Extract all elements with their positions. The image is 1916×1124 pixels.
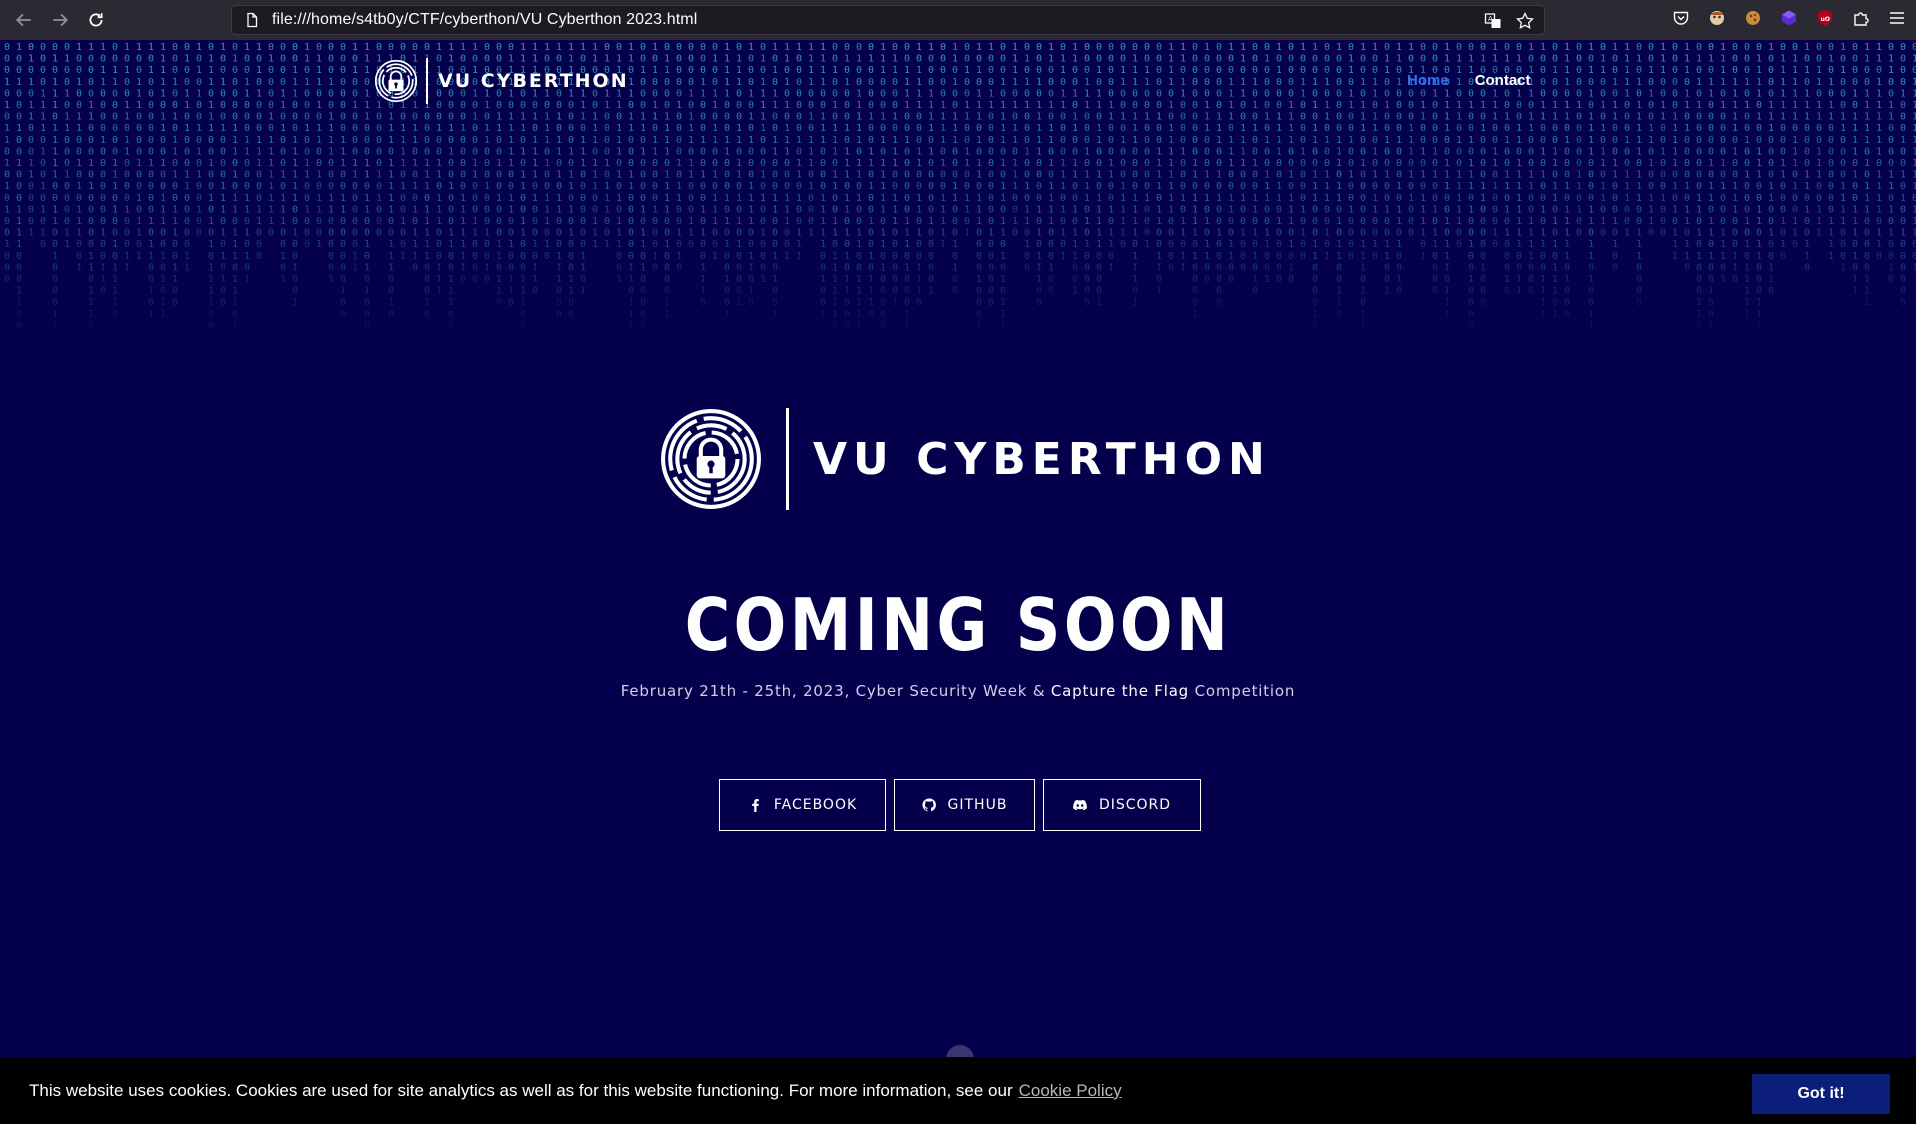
github-button[interactable]: GITHUB bbox=[894, 779, 1035, 831]
svg-text:uO: uO bbox=[1821, 16, 1830, 23]
extension-cookie-icon[interactable] bbox=[1744, 9, 1762, 27]
reload-icon bbox=[89, 13, 103, 27]
nav-links: Home Contact bbox=[1407, 72, 1531, 89]
coming-soon-heading: COMING SOON bbox=[684, 583, 1232, 667]
extension-face-icon[interactable] bbox=[1708, 9, 1726, 27]
reload-button[interactable] bbox=[82, 6, 110, 34]
extension-cube-icon[interactable] bbox=[1780, 9, 1798, 27]
facebook-button[interactable]: FACEBOOK bbox=[719, 779, 886, 831]
logo-divider bbox=[426, 58, 428, 104]
github-icon bbox=[921, 798, 936, 812]
extensions-puzzle-icon[interactable] bbox=[1852, 9, 1870, 27]
facebook-label: FACEBOOK bbox=[773, 797, 858, 813]
page: 0001010110101010010001001000100100011110… bbox=[0, 40, 1916, 1124]
translate-icon[interactable]: A bbox=[1484, 12, 1502, 30]
lock-maze-emblem-icon bbox=[661, 409, 761, 509]
forward-arrow-icon bbox=[53, 13, 69, 27]
browser-toolbar: file:///home/s4tb0y/CTF/cyberthon/VU Cyb… bbox=[0, 0, 1916, 40]
ublock-shield-icon[interactable]: uO bbox=[1816, 9, 1834, 27]
url-text: file:///home/s4tb0y/CTF/cyberthon/VU Cyb… bbox=[272, 11, 698, 28]
nav-logo[interactable]: VU CYBERTHON bbox=[374, 58, 629, 104]
address-bar[interactable]: file:///home/s4tb0y/CTF/cyberthon/VU Cyb… bbox=[231, 5, 1545, 35]
lock-maze-emblem-icon bbox=[374, 59, 418, 103]
cookie-accept-button[interactable]: Got it! bbox=[1752, 1074, 1890, 1114]
cookie-policy-link[interactable]: Cookie Policy bbox=[1019, 1081, 1122, 1101]
facebook-icon bbox=[752, 799, 759, 812]
nav-link-home[interactable]: Home bbox=[1407, 72, 1449, 89]
tagline-suffix: Competition bbox=[1189, 682, 1296, 700]
page-icon bbox=[247, 12, 258, 28]
social-buttons: FACEBOOK GITHUB DISCORD bbox=[719, 779, 1201, 831]
hero-logo: VU CYBERTHON bbox=[660, 408, 1271, 510]
nav-logo-text: VU CYBERTHON bbox=[438, 70, 629, 92]
site-navbar: VU CYBERTHON Home Contact bbox=[0, 40, 1916, 120]
svg-text:A: A bbox=[1488, 15, 1493, 23]
back-arrow-icon bbox=[15, 13, 31, 27]
bookmark-star-icon[interactable] bbox=[1516, 11, 1534, 30]
hero-logo-divider bbox=[786, 408, 789, 510]
tagline-dates: February 21th - 25th, 2023, Cyber Securi… bbox=[620, 682, 1051, 700]
cookie-consent-bar: This website uses cookies. Cookies are u… bbox=[0, 1057, 1916, 1124]
tagline-ctf: Capture the Flag bbox=[1050, 682, 1190, 700]
cookie-message: This website uses cookies. Cookies are u… bbox=[29, 1080, 1013, 1100]
forward-button[interactable] bbox=[46, 6, 74, 34]
pocket-icon[interactable] bbox=[1672, 9, 1690, 27]
menu-hamburger-icon[interactable] bbox=[1888, 9, 1906, 27]
hero-logo-text: VU CYBERTHON bbox=[813, 433, 1271, 485]
nav-link-contact[interactable]: Contact bbox=[1475, 72, 1531, 89]
discord-button[interactable]: DISCORD bbox=[1043, 779, 1201, 831]
discord-icon bbox=[1073, 799, 1087, 811]
event-tagline: February 21th - 25th, 2023, Cyber Securi… bbox=[0, 682, 1916, 700]
discord-label: DISCORD bbox=[1098, 797, 1172, 813]
github-label: GITHUB bbox=[947, 797, 1008, 813]
back-button[interactable] bbox=[10, 6, 38, 34]
